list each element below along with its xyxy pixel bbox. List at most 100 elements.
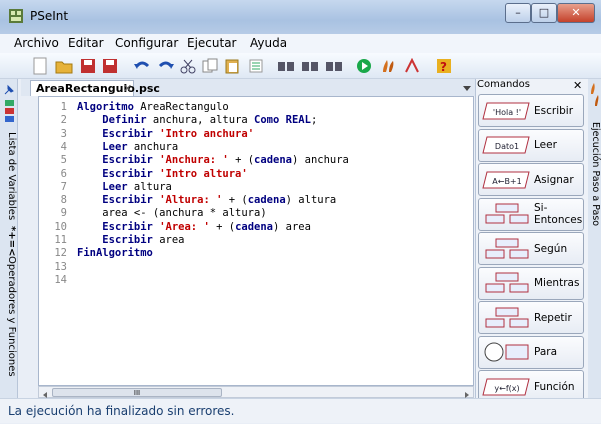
status-bar: La ejecución ha finalizado sin errores. [0, 398, 601, 423]
undo-icon[interactable] [132, 56, 152, 76]
command-label: Mientras [534, 277, 580, 289]
command-label: Si-Entonces [534, 202, 583, 226]
flowchart-icon[interactable] [402, 56, 422, 76]
command-escribir-button[interactable]: 'Hola !' Escribir [478, 94, 584, 127]
command-label: Según [534, 242, 568, 255]
si-entonces-icon [482, 203, 532, 225]
redo-icon[interactable] [156, 56, 176, 76]
step-execution-tab[interactable]: Ejecución Paso a Paso [589, 122, 601, 226]
menu-ayuda[interactable]: Ayuda [250, 36, 287, 50]
command-repetir-button[interactable]: Repetir [478, 301, 584, 334]
line-number: 9 [60, 207, 67, 220]
para-icon [482, 341, 532, 363]
commands-header: Comandos [477, 79, 530, 90]
command-mientras-button[interactable]: Mientras [478, 266, 584, 300]
scroll-thumb[interactable]: III [52, 388, 222, 397]
code-token: ) anchura [291, 154, 349, 167]
step-execution-icon [589, 82, 600, 118]
code-editor[interactable]: 1 Algoritmo AreaRectangulo 2 Definir anchu… [38, 96, 474, 386]
code-text: Algoritmo AreaRectangulo [77, 101, 229, 113]
paste-icon[interactable] [222, 56, 242, 76]
scroll-right-icon[interactable] [463, 389, 471, 398]
run-icon[interactable] [354, 56, 374, 76]
menu-configurar[interactable]: Configurar [115, 36, 178, 50]
step-run-icon[interactable] [378, 56, 398, 76]
window-title: PSeInt [30, 9, 69, 23]
keyword-token: Leer [102, 140, 128, 153]
keyword-token: cadena [247, 194, 286, 207]
minimize-button[interactable]: – [505, 3, 531, 23]
tabs-dropdown-icon[interactable] [462, 83, 472, 93]
operators-functions-tab[interactable]: Operadores y Funciones [1, 256, 17, 377]
code-token: altura [127, 180, 172, 193]
code-token: ; [310, 114, 318, 127]
line-number: 14 [54, 273, 67, 286]
horizontal-scrollbar[interactable]: III [38, 386, 474, 398]
code-token: ) area [273, 220, 311, 233]
svg-text:Dato1: Dato1 [495, 142, 519, 151]
code-token: AreaRectangulo [133, 101, 229, 113]
keyword-token: cadena [235, 220, 274, 233]
asignar-icon: A←B+1 [482, 169, 532, 191]
find-next-icon[interactable] [300, 56, 320, 76]
string-token: 'Area: ' [159, 220, 210, 233]
keyword-token: Escribir [102, 167, 153, 180]
save-as-icon[interactable] [100, 56, 120, 76]
command-label: Escribir [534, 104, 574, 117]
code-token: + ( [209, 220, 236, 233]
help-icon[interactable]: ? [434, 56, 454, 76]
escribir-icon: 'Hola !' [482, 100, 532, 122]
cut-icon[interactable] [178, 56, 198, 76]
commands-close-icon[interactable]: ✕ [573, 79, 582, 92]
keyword-token: Definir [102, 114, 147, 127]
indent-icon[interactable] [246, 56, 266, 76]
code-token: + ( [228, 154, 255, 167]
maximize-button[interactable]: □ [531, 3, 557, 23]
keyword-token: Escribir [102, 154, 153, 167]
code-text: Escribir 'Altura: ' + (cadena) altura [77, 194, 336, 206]
close-button[interactable]: ✕ [557, 3, 595, 23]
code-token: anchura [127, 140, 179, 153]
string-token: 'Intro altura' [159, 167, 248, 180]
tab-close-icon[interactable]: ✕ [123, 81, 132, 96]
open-folder-icon[interactable] [54, 56, 74, 76]
keyword-token: Escribir [102, 127, 153, 140]
code-token: ) altura [285, 194, 337, 207]
new-file-icon[interactable] [30, 56, 50, 76]
svg-text:y←f(x): y←f(x) [494, 384, 519, 393]
file-tab-label: AreaRectangulo.psc [36, 82, 160, 95]
command-leer-button[interactable]: Dato1 Leer [478, 128, 584, 162]
file-tab[interactable]: AreaRectangulo.psc ✕ [30, 80, 160, 96]
variables-icon [4, 100, 15, 130]
code-text: Escribir 'Area: ' + (cadena) area [77, 221, 311, 233]
menu-ejecutar[interactable]: Ejecutar [187, 36, 237, 50]
variables-list-tab[interactable]: Lista de Variables [1, 132, 17, 220]
command-asignar-button[interactable]: A←B+1 Asignar [478, 163, 584, 196]
code-text: area <- (anchura * altura) [77, 207, 266, 219]
command-para-button[interactable]: Para [478, 335, 584, 369]
code-token: + ( [222, 194, 248, 207]
command-segun-button[interactable]: Según [478, 232, 584, 265]
command-si-entonces-button[interactable]: Si-Entonces [478, 197, 584, 231]
code-text: Escribir 'Anchura: ' + (cadena) anchura [77, 154, 349, 166]
pseint-app-icon [9, 9, 23, 23]
pin-icon[interactable] [3, 84, 15, 96]
code-text: Escribir 'Intro anchura' [77, 128, 254, 140]
command-label: Leer [534, 139, 557, 151]
search-icon[interactable] [276, 56, 296, 76]
save-icon[interactable] [78, 56, 98, 76]
code-token: anchura, altura [146, 114, 255, 127]
line-number: 11 [54, 234, 67, 246]
copy-icon[interactable] [200, 56, 220, 76]
replace-icon[interactable] [324, 56, 344, 76]
string-token: 'Altura: ' [159, 194, 223, 207]
scroll-left-icon[interactable] [41, 389, 49, 398]
line-number: 6 [60, 167, 67, 180]
menu-archivo[interactable]: Archivo [14, 36, 59, 50]
code-text: Leer anchura [77, 141, 178, 153]
menu-editar[interactable]: Editar [68, 36, 104, 50]
